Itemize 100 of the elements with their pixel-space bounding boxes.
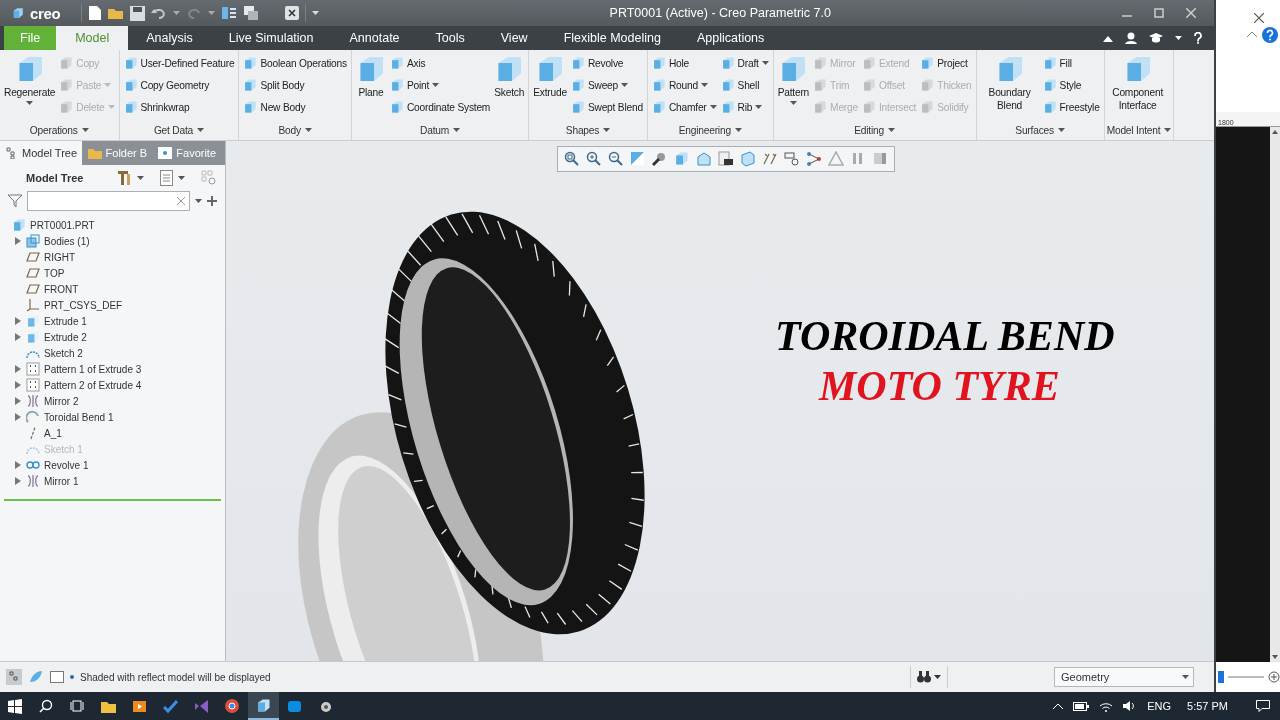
tree-item[interactable]: Extrude 2 bbox=[44, 331, 87, 343]
checkmark-icon[interactable] bbox=[163, 698, 178, 714]
ribbon-button[interactable]: Coordinate System bbox=[387, 96, 493, 118]
add-icon[interactable] bbox=[207, 196, 217, 206]
ribbon-button[interactable]: Rib bbox=[718, 96, 771, 118]
visual-studio-icon[interactable] bbox=[194, 698, 209, 714]
display-style-icon[interactable] bbox=[652, 151, 668, 167]
tree-item[interactable]: PRT0001.PRT bbox=[30, 219, 95, 231]
scroll-up-icon[interactable] bbox=[1272, 130, 1278, 134]
maximize-icon[interactable] bbox=[1154, 8, 1164, 18]
full-screen-icon[interactable] bbox=[50, 671, 64, 683]
caret-icon[interactable] bbox=[1164, 128, 1172, 132]
selection-filter-dropdown[interactable]: Geometry bbox=[1054, 667, 1194, 687]
group-label[interactable]: Editing bbox=[854, 124, 884, 136]
group-label[interactable]: Shapes bbox=[565, 124, 600, 136]
ribbon-tab[interactable]: Flexible Modeling bbox=[545, 26, 679, 50]
expand-arrow-icon[interactable] bbox=[15, 317, 21, 325]
ribbon-tab[interactable]: Applications bbox=[678, 26, 783, 50]
ribbon-button[interactable]: Copy Geometry bbox=[121, 74, 237, 96]
chat-app-icon[interactable] bbox=[287, 698, 302, 714]
search-field[interactable] bbox=[27, 191, 190, 211]
caret-icon[interactable] bbox=[761, 61, 769, 65]
ribbon-button[interactable]: Component Interface bbox=[1106, 52, 1169, 114]
ribbon-button[interactable]: Sketch bbox=[492, 52, 527, 101]
slider-thumb-icon[interactable] bbox=[1218, 671, 1224, 683]
ribbon-button[interactable]: Shell bbox=[718, 74, 771, 96]
filter-icon[interactable] bbox=[8, 194, 22, 208]
named-view-icon[interactable] bbox=[696, 151, 712, 167]
ribbon-button[interactable]: Draft bbox=[718, 52, 771, 74]
ribbon-button[interactable]: Freestyle bbox=[1040, 96, 1102, 118]
caret-icon[interactable] bbox=[26, 101, 34, 105]
display-options-icon[interactable] bbox=[201, 170, 217, 186]
expand-arrow-icon[interactable] bbox=[15, 381, 21, 389]
ribbon-button[interactable]: Axis bbox=[387, 52, 493, 74]
caret-icon[interactable] bbox=[603, 128, 611, 132]
ribbon-button[interactable]: Plane bbox=[353, 52, 388, 101]
datum-display-icon[interactable] bbox=[762, 151, 778, 167]
caret-icon[interactable] bbox=[755, 105, 763, 109]
tree-item[interactable]: Bodies (1) bbox=[44, 235, 90, 247]
close-icon[interactable] bbox=[1254, 13, 1264, 23]
open-folder-icon[interactable] bbox=[107, 6, 124, 20]
tree-item[interactable]: Pattern 1 of Extrude 3 bbox=[44, 363, 142, 375]
graduation-cap-icon[interactable] bbox=[1149, 33, 1163, 43]
expand-arrow-icon[interactable] bbox=[15, 461, 21, 469]
search-icon[interactable] bbox=[39, 698, 54, 714]
group-label[interactable]: Surfaces bbox=[1015, 124, 1054, 136]
media-player-icon[interactable] bbox=[132, 698, 147, 714]
person-icon[interactable] bbox=[1125, 32, 1137, 44]
group-label[interactable]: Operations bbox=[29, 124, 78, 136]
task-view-icon[interactable] bbox=[70, 698, 85, 714]
group-label[interactable]: Datum bbox=[420, 124, 450, 136]
ribbon-button[interactable]: Chamfer bbox=[649, 96, 719, 118]
clock[interactable]: 5:57 PM bbox=[1187, 700, 1228, 712]
tree-item[interactable]: Extrude 1 bbox=[44, 315, 87, 327]
caret-icon[interactable] bbox=[1182, 675, 1189, 679]
expand-arrow-icon[interactable] bbox=[15, 365, 21, 373]
expand-arrow-icon[interactable] bbox=[15, 397, 21, 405]
ribbon-tab[interactable]: Annotate bbox=[331, 26, 418, 50]
wifi-icon[interactable] bbox=[1099, 700, 1114, 712]
ribbon-button[interactable]: Boundary Blend bbox=[978, 52, 1041, 114]
caret-icon[interactable] bbox=[934, 675, 941, 679]
caret-icon[interactable] bbox=[621, 83, 629, 87]
browser-icon[interactable] bbox=[225, 698, 240, 714]
clear-icon[interactable] bbox=[177, 197, 185, 205]
save-icon[interactable] bbox=[129, 5, 145, 21]
expand-arrow-icon[interactable] bbox=[15, 333, 21, 341]
caret-icon[interactable] bbox=[178, 176, 185, 180]
language-indicator[interactable]: ENG bbox=[1147, 700, 1172, 712]
start-icon[interactable] bbox=[8, 698, 23, 714]
close-window-icon[interactable] bbox=[284, 6, 299, 20]
zoom-out-icon[interactable] bbox=[608, 151, 624, 167]
ribbon-tab[interactable]: Analysis bbox=[128, 26, 211, 50]
expand-arrow-icon[interactable] bbox=[15, 237, 21, 245]
ribbon-button[interactable]: Shrinkwrap bbox=[121, 96, 237, 118]
ribbon-button[interactable]: User-Defined Feature bbox=[121, 52, 237, 74]
expand-arrow-icon[interactable] bbox=[15, 477, 21, 485]
tree-toggle-icon[interactable] bbox=[6, 669, 22, 685]
creo-app-icon[interactable] bbox=[256, 697, 271, 713]
find-button[interactable] bbox=[910, 666, 948, 688]
caret-icon[interactable] bbox=[432, 83, 440, 87]
battery-icon[interactable] bbox=[1073, 701, 1090, 711]
new-file-icon[interactable] bbox=[87, 5, 102, 21]
caret-icon[interactable] bbox=[81, 128, 89, 132]
caret-icon[interactable] bbox=[789, 101, 797, 105]
tree-item[interactable]: PRT_CSYS_DEF bbox=[44, 299, 123, 311]
ribbon-button[interactable]: Round bbox=[649, 74, 719, 96]
caret-icon[interactable] bbox=[453, 128, 461, 132]
ribbon-button[interactable]: Project bbox=[918, 52, 974, 74]
ribbon-button[interactable]: Point bbox=[387, 74, 493, 96]
expand-arrow-icon[interactable] bbox=[15, 413, 21, 421]
caret-icon[interactable] bbox=[709, 105, 717, 109]
regenerate-icon[interactable] bbox=[220, 5, 237, 21]
caret-icon[interactable] bbox=[700, 83, 708, 87]
tree-item[interactable]: Sketch 2 bbox=[44, 347, 83, 359]
group-label[interactable]: Get Data bbox=[153, 124, 194, 136]
notification-icon[interactable] bbox=[1256, 700, 1270, 712]
tree-item[interactable]: FRONT bbox=[44, 283, 79, 295]
caret-icon[interactable] bbox=[311, 11, 319, 15]
tree-item[interactable]: Mirror 2 bbox=[44, 395, 79, 407]
help-icon[interactable] bbox=[1194, 32, 1202, 44]
